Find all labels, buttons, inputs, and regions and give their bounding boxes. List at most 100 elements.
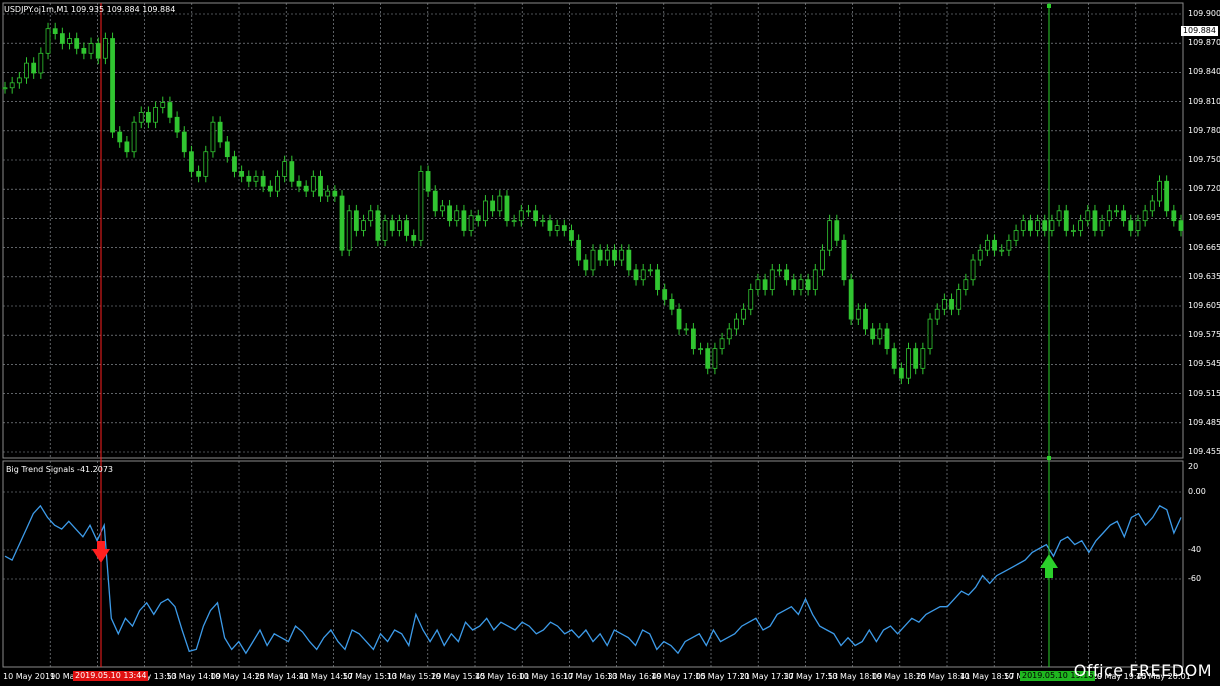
price-candle [999, 249, 1005, 252]
price-candle [1171, 210, 1177, 222]
price-candle [941, 299, 947, 310]
buy-line-handle-bottom[interactable] [1047, 456, 1051, 460]
price-candle [253, 175, 259, 182]
price-candle [325, 190, 331, 197]
price-candle [210, 121, 216, 153]
price-candle [812, 269, 818, 290]
price-candle [712, 348, 718, 369]
price-candle [224, 141, 230, 158]
price-candle [196, 171, 202, 177]
price-candle [1106, 210, 1112, 222]
price-candle [798, 279, 804, 290]
price-candle [741, 308, 746, 320]
chart-background [0, 0, 1220, 686]
price-candle [181, 131, 187, 153]
price-candle [841, 239, 847, 281]
price-candle [303, 185, 309, 192]
price-candle [698, 348, 703, 351]
price-candle [511, 220, 517, 223]
price-candle [1114, 210, 1119, 213]
price-candle [884, 328, 890, 350]
price-candle [81, 47, 87, 54]
price-candle [38, 52, 44, 74]
price-candle [483, 200, 488, 222]
price-candle [9, 82, 15, 89]
price-candle [2, 87, 8, 90]
price-candle [647, 269, 653, 272]
price-candle [784, 269, 790, 281]
price-candle [676, 308, 682, 330]
price-candle [984, 239, 990, 251]
price-candle [913, 348, 919, 369]
price-candle [461, 210, 467, 231]
price-candle [726, 328, 732, 340]
price-candle [690, 328, 696, 350]
buy-line-handle-top[interactable] [1047, 4, 1051, 8]
price-candle [296, 180, 302, 187]
price-candle [490, 200, 496, 212]
price-candle [569, 230, 574, 241]
price-candle [432, 190, 438, 212]
price-candle [468, 215, 474, 231]
price-candle [138, 111, 144, 123]
price-candle [855, 308, 861, 320]
price-candle [755, 279, 761, 290]
price-candle [526, 210, 531, 213]
price-candle [554, 225, 560, 231]
price-candle [1028, 220, 1033, 231]
price-candle [102, 38, 108, 59]
price-candle [1157, 180, 1162, 202]
price-candle [604, 249, 610, 261]
price-candle [705, 348, 711, 369]
price-candle [167, 102, 173, 118]
time-tick-label: 10 May 2019 [3, 672, 56, 681]
trading-chart[interactable] [0, 0, 1220, 686]
price-candle [353, 210, 359, 231]
price-candle [1164, 180, 1170, 212]
price-candle [310, 175, 316, 192]
price-candle [454, 210, 460, 222]
indicator-tick-label: 20 [1188, 462, 1199, 471]
price-candle [45, 28, 51, 54]
price-candle [805, 279, 811, 290]
price-candle [1035, 220, 1040, 231]
price-candle [289, 161, 295, 182]
price-tick-label: 109.840 [1188, 67, 1220, 77]
price-candle [963, 279, 969, 290]
price-candle [189, 151, 194, 172]
price-candle [1063, 210, 1069, 231]
price-candle [52, 28, 58, 35]
price-candle [898, 367, 904, 379]
price-candle [117, 131, 123, 143]
price-candle [619, 249, 625, 261]
price-candle [404, 220, 409, 236]
price-candle [411, 235, 417, 241]
price-candle [1006, 239, 1012, 251]
price-candle [246, 175, 252, 182]
price-candle [834, 220, 840, 241]
price-tick-label: 109.665 [1188, 242, 1220, 252]
price-candle [339, 195, 345, 251]
price-candle [1020, 220, 1026, 231]
price-tick-label: 109.635 [1188, 271, 1220, 281]
price-candle [153, 107, 158, 123]
price-candle [267, 185, 273, 192]
price-tick-label: 109.575 [1188, 330, 1220, 340]
price-candle [160, 102, 166, 108]
price-candle [1135, 220, 1141, 231]
price-tick-label: 109.545 [1188, 359, 1220, 369]
price-candle [870, 328, 876, 340]
price-candle [174, 116, 180, 133]
price-candle [332, 190, 338, 197]
price-candle [1085, 210, 1091, 222]
price-candle [504, 195, 510, 222]
price-candle [375, 210, 381, 241]
price-candle [762, 279, 768, 290]
price-candle [88, 43, 94, 54]
price-candle [389, 220, 395, 231]
sell-time-badge: 2019.05.10 13:44 [73, 671, 149, 681]
price-tick-label: 109.515 [1188, 388, 1220, 398]
price-candle [662, 289, 668, 300]
price-candle [1121, 210, 1127, 222]
price-candle [418, 171, 424, 241]
